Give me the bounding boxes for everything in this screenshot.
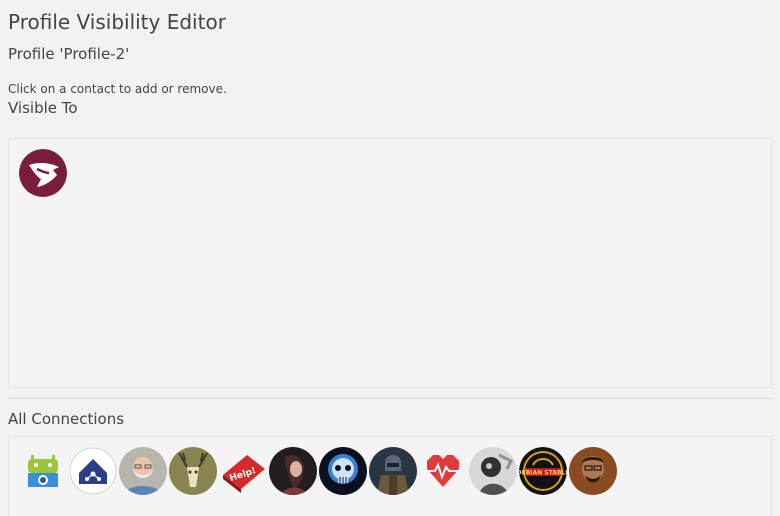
man-glasses-icon [569, 447, 617, 495]
blue-skull-icon [319, 447, 367, 495]
dragon-logo-icon [19, 149, 67, 197]
help-text: Click on a contact to add or remove. [8, 82, 227, 96]
page-title: Profile Visibility Editor [8, 10, 226, 34]
bearded-man-avatar[interactable] [119, 447, 167, 495]
profile-label: Profile 'Profile-2' [8, 45, 130, 63]
debian-stable-logo-icon: DEBIAN STABLE [519, 447, 567, 495]
monochrome-figure-avatar[interactable] [469, 447, 517, 495]
android-camera-icon [19, 447, 67, 495]
armored-figure-avatar[interactable] [369, 447, 417, 495]
visible-to-panel [8, 138, 772, 388]
visible-to-heading: Visible To [8, 99, 78, 117]
help-key-avatar[interactable]: Help! [219, 447, 267, 495]
deer-skull-icon [169, 447, 217, 495]
bearded-man-icon [119, 447, 167, 495]
deer-skull-avatar[interactable] [169, 447, 217, 495]
blue-skull-avatar[interactable] [319, 447, 367, 495]
android-camera-app-avatar[interactable] [19, 447, 67, 495]
man-glasses-avatar[interactable] [569, 447, 617, 495]
armored-figure-icon [369, 447, 417, 495]
pixel-heart-icon [419, 447, 467, 495]
monochrome-figure-icon [469, 447, 517, 495]
dragon-logo-avatar[interactable] [19, 149, 67, 197]
house-network-icon [69, 447, 117, 495]
section-divider [8, 398, 772, 399]
woman-portrait-icon [269, 447, 317, 495]
debian-stable-logo-avatar[interactable]: DEBIAN STABLE [519, 447, 567, 495]
pixel-heart-avatar[interactable] [419, 447, 467, 495]
all-connections-heading: All Connections [8, 410, 125, 428]
all-connections-panel: Help! DEBIAN STABLE [8, 436, 772, 516]
woman-portrait-avatar[interactable] [269, 447, 317, 495]
help-key-icon: Help! [219, 447, 267, 495]
house-network-avatar[interactable] [69, 447, 117, 495]
svg-text:DEBIAN STABLE: DEBIAN STABLE [519, 470, 567, 477]
